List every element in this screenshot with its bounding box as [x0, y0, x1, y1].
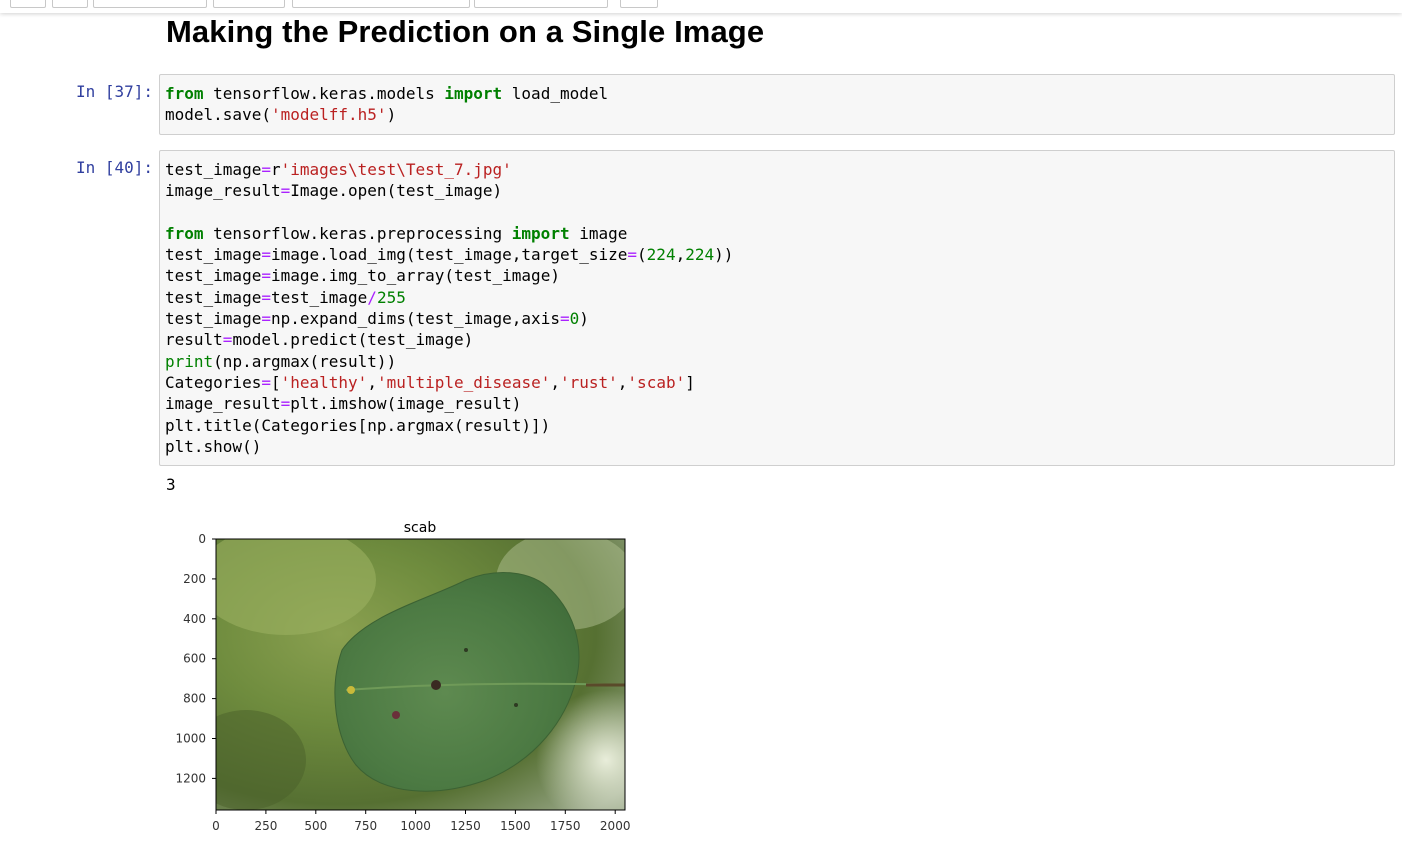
- output-plot: scab 0 200 400 600 800 1000 1200 0 250 500 750 100…: [175, 520, 630, 833]
- cell-prompt: In [40]:: [75, 158, 153, 177]
- x-tick-label: 1000: [400, 819, 431, 833]
- code-line: image_result=Image.open(test_image): [165, 181, 503, 201]
- code-line: image_result=plt.imshow(image_result): [165, 394, 522, 414]
- y-tick-label: 1200: [175, 771, 206, 785]
- plot-title: scab: [404, 520, 437, 536]
- code-editor[interactable]: from tensorflow.keras.models import load…: [160, 75, 1394, 126]
- toolbar-button[interactable]: [52, 0, 88, 8]
- cell-type-select[interactable]: [474, 0, 608, 8]
- notebook-toolbar: [0, 0, 1402, 13]
- code-line: test_image=test_image/255: [165, 287, 406, 307]
- x-axis: 0 250 500 750 1000 1250 1500 1750 2000: [212, 810, 630, 833]
- y-axis: 0 200 400 600 800 1000 1200: [175, 532, 216, 785]
- code-cell-input[interactable]: from tensorflow.keras.models import load…: [159, 74, 1395, 135]
- y-tick-label: 600: [183, 652, 206, 666]
- code-line: from tensorflow.keras.models import load…: [165, 84, 609, 103]
- code-line: print(np.argmax(result)): [165, 351, 397, 371]
- x-tick-label: 1750: [550, 819, 581, 833]
- cell-output-text: 3: [166, 475, 176, 494]
- code-line: from tensorflow.keras.preprocessing impo…: [165, 223, 628, 243]
- leaf-image: [216, 539, 625, 810]
- y-tick-label: 0: [198, 532, 206, 546]
- x-tick-label: 1500: [500, 819, 531, 833]
- code-line: model.save('modelff.h5'): [165, 105, 397, 125]
- code-line: test_image=np.expand_dims(test_image,axi…: [165, 309, 589, 329]
- code-line: plt.show(): [165, 436, 262, 456]
- code-line: test_image=r'images\test\Test_7.jpg': [165, 160, 512, 179]
- code-line: Categories=['healthy','multiple_disease'…: [165, 372, 695, 392]
- x-tick-label: 500: [304, 819, 327, 833]
- toolbar-button[interactable]: [213, 0, 285, 8]
- y-tick-label: 200: [183, 572, 206, 586]
- x-tick-label: 750: [354, 819, 377, 833]
- y-tick-label: 400: [183, 612, 206, 626]
- code-editor[interactable]: test_image=r'images\test\Test_7.jpg'imag…: [160, 151, 1394, 457]
- x-tick-label: 1250: [450, 819, 481, 833]
- x-tick-label: 2000: [600, 819, 631, 833]
- code-line: test_image=image.load_img(test_image,tar…: [165, 245, 734, 265]
- code-cell-input[interactable]: test_image=r'images\test\Test_7.jpg'imag…: [159, 150, 1395, 466]
- y-tick-label: 1000: [175, 732, 206, 746]
- toolbar-button[interactable]: [620, 0, 658, 8]
- toolbar-button[interactable]: [292, 0, 470, 8]
- cell-prompt: In [37]:: [75, 82, 153, 101]
- markdown-heading: Making the Prediction on a Single Image: [166, 14, 765, 49]
- toolbar-button[interactable]: [93, 0, 207, 8]
- code-line: test_image=image.img_to_array(test_image…: [165, 266, 560, 286]
- toolbar-button[interactable]: [10, 0, 46, 8]
- code-line: plt.title(Categories[np.argmax(result)]): [165, 415, 551, 435]
- x-tick-label: 250: [254, 819, 277, 833]
- x-tick-label: 0: [212, 819, 220, 833]
- code-line: result=model.predict(test_image): [165, 330, 474, 350]
- y-tick-label: 800: [183, 692, 206, 706]
